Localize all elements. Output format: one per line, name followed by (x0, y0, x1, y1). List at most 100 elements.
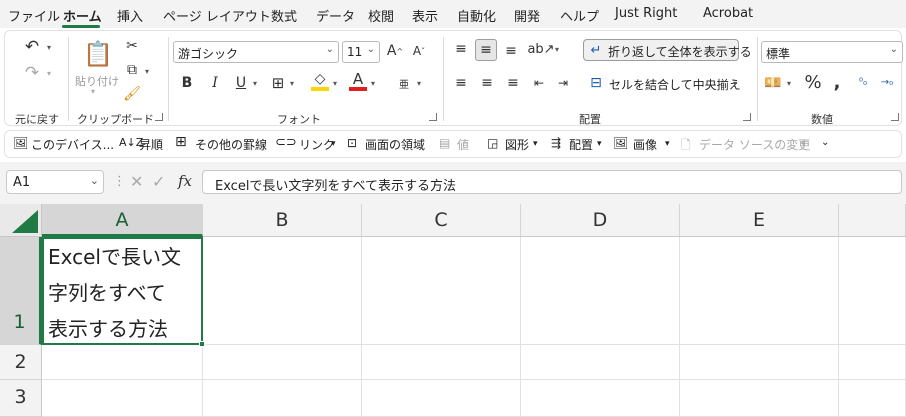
change-data-source-icon[interactable]: 🗋 (681, 136, 691, 157)
align-left-icon[interactable]: ≡ (451, 73, 471, 93)
more-borders-icon[interactable]: ⊞ (175, 134, 187, 150)
borders-icon[interactable]: ⊞ (269, 73, 287, 93)
column-header-a[interactable]: A (42, 204, 203, 237)
qat-value[interactable]: 値 (457, 136, 469, 153)
clipboard-launcher-icon[interactable] (155, 113, 163, 121)
link-icon[interactable]: ⊂⊃ (275, 135, 297, 150)
cell-e3[interactable] (680, 380, 839, 417)
orientation-dropdown-icon[interactable]: ▾ (555, 45, 559, 54)
tab-review[interactable]: 校閲 (368, 6, 394, 25)
insert-function-icon[interactable]: fx (178, 172, 192, 190)
decrease-font-size-icon[interactable]: Aˇ (409, 41, 429, 61)
customize-qat-icon[interactable]: ⌄ (821, 137, 829, 148)
underline-dropdown-icon[interactable]: ▾ (253, 79, 257, 88)
align-right-icon[interactable]: ≡ (503, 73, 523, 93)
cancel-icon[interactable]: ✕ (130, 172, 143, 191)
qat-image[interactable]: 画像 (633, 136, 657, 153)
arrange-dropdown-icon[interactable]: ▾ (597, 139, 602, 149)
cell-b3[interactable] (203, 380, 362, 417)
data-source-dropdown-icon[interactable]: ▾ (801, 139, 806, 149)
fill-handle[interactable] (199, 341, 205, 347)
tab-page-layout[interactable]: ページ レイアウト (163, 6, 271, 25)
format-painter-icon[interactable]: 🖌 (123, 85, 141, 103)
column-header-d[interactable]: D (521, 204, 680, 237)
number-format-select[interactable]: 標準 ⌄ (761, 41, 903, 63)
paste-icon[interactable]: 📋 (83, 39, 113, 69)
select-all-corner[interactable] (0, 204, 42, 237)
font-family-select[interactable]: 游ゴシック ⌄ (173, 41, 339, 63)
comma-style-icon[interactable]: , (829, 71, 845, 93)
screen-clipping-icon[interactable]: ⊡ (347, 136, 357, 150)
cell-c3[interactable] (362, 380, 521, 417)
fill-color-icon[interactable]: ◇ (311, 71, 329, 91)
cell-b2[interactable] (203, 345, 362, 380)
shapes-icon[interactable]: ◲ (487, 136, 498, 150)
tab-automate[interactable]: 自動化 (457, 6, 496, 25)
cell-f3[interactable] (839, 380, 906, 417)
more-options-icon[interactable]: ⋮ (113, 174, 126, 189)
align-bottom-icon[interactable]: ≡ (501, 41, 521, 61)
value-icon[interactable]: ▤ (439, 136, 450, 150)
align-center-icon[interactable]: ≡ (477, 73, 497, 93)
tab-file[interactable]: ファイル (8, 6, 60, 25)
tab-help[interactable]: ヘルプ (560, 6, 599, 25)
font-size-select[interactable]: 11 ⌄ (342, 41, 380, 63)
increase-indent-icon[interactable]: ⇥ (553, 73, 573, 93)
row-header-1[interactable]: 1 (0, 237, 42, 345)
italic-icon[interactable]: I (207, 73, 223, 93)
font-launcher-icon[interactable] (429, 113, 437, 121)
undo-dropdown-icon[interactable]: ▾ (47, 43, 51, 52)
redo-dropdown-icon[interactable]: ▾ (47, 69, 51, 78)
column-header-c[interactable]: C (362, 204, 521, 237)
name-box[interactable]: A1 ⌄ (6, 170, 104, 194)
cut-icon[interactable]: ✂ (123, 37, 141, 55)
formula-input[interactable]: Excelで長い文字列をすべて表示する方法 (202, 170, 902, 194)
qat-change-data-source[interactable]: データ ソースの変更 (699, 136, 810, 153)
bold-icon[interactable]: B (179, 73, 195, 93)
cell-d1[interactable] (521, 237, 680, 345)
undo-icon[interactable]: ↶ (21, 37, 43, 57)
this-device-icon[interactable]: 🖼 (13, 136, 28, 150)
cell-e2[interactable] (680, 345, 839, 380)
tab-home[interactable]: ホーム (63, 6, 102, 25)
tab-view[interactable]: 表示 (412, 6, 438, 25)
qat-this-device[interactable]: このデバイス... (31, 136, 114, 153)
align-top-icon[interactable]: ≡ (451, 39, 471, 59)
cell-d2[interactable] (521, 345, 680, 380)
column-header-next[interactable] (839, 204, 906, 237)
copy-icon[interactable]: ⧉ (123, 61, 141, 79)
qat-sort-ascending[interactable]: 昇順 (139, 136, 163, 153)
qat-more-borders[interactable]: その他の罫線 (195, 136, 267, 153)
cell-f1[interactable] (839, 237, 906, 345)
merge-center-icon[interactable]: ⊟ (587, 74, 605, 92)
accounting-dropdown-icon[interactable]: ▾ (787, 79, 791, 88)
qat-shapes[interactable]: 図形 (505, 136, 529, 153)
phonetic-dropdown-icon[interactable]: ▾ (417, 79, 421, 88)
redo-icon[interactable]: ↷ (21, 63, 43, 83)
cell-a2[interactable] (42, 345, 203, 380)
font-color-icon[interactable]: A (349, 70, 367, 91)
link-dropdown-icon[interactable]: ▾ (331, 139, 336, 149)
column-header-b[interactable]: B (203, 204, 362, 237)
align-middle-icon[interactable]: ≡ (475, 39, 497, 61)
tab-acrobat[interactable]: Acrobat (703, 6, 753, 21)
row-header-2[interactable]: 2 (0, 345, 42, 380)
cell-b1[interactable] (203, 237, 362, 345)
cell-d3[interactable] (521, 380, 680, 417)
tab-just-right[interactable]: Just Right (615, 6, 677, 21)
qat-screen-clipping[interactable]: 画面の領域 (365, 136, 425, 153)
tab-insert[interactable]: 挿入 (117, 6, 143, 25)
shapes-dropdown-icon[interactable]: ▾ (533, 139, 538, 149)
column-header-e[interactable]: E (680, 204, 839, 237)
number-launcher-icon[interactable] (891, 113, 899, 121)
wrap-text-button[interactable]: ↵ 折り返して全体を表示する (583, 39, 752, 61)
cell-a1[interactable]: Excelで長い文 字列をすべて 表示する方法 (42, 237, 203, 345)
qat-link[interactable]: リンク (299, 136, 335, 153)
cell-c2[interactable] (362, 345, 521, 380)
phonetic-guide-icon[interactable]: 亜 (395, 73, 413, 93)
cell-a3[interactable] (42, 380, 203, 417)
arrange-icon[interactable]: ⇶ (551, 136, 561, 150)
tab-data[interactable]: データ (316, 6, 355, 25)
alignment-launcher-icon[interactable] (743, 113, 751, 121)
borders-dropdown-icon[interactable]: ▾ (290, 79, 294, 88)
